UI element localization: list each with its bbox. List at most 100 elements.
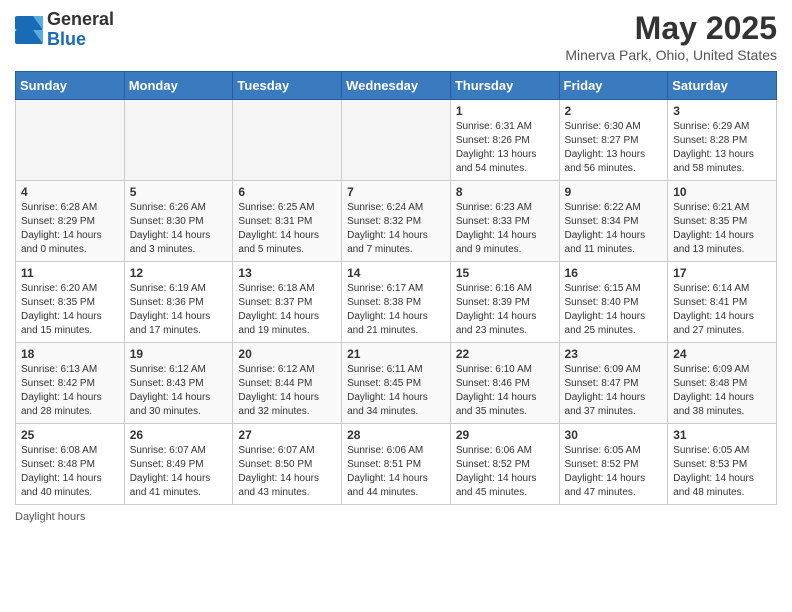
logo-text: General Blue [47,10,114,50]
day-info: Sunrise: 6:18 AMSunset: 8:37 PMDaylight:… [238,282,336,338]
day-number: 31 [673,428,771,442]
calendar-day-cell: 30 Sunrise: 6:05 AMSunset: 8:52 PMDayligh… [559,424,668,505]
day-info: Sunrise: 6:20 AMSunset: 8:35 PMDaylight:… [21,282,119,338]
day-info: Sunrise: 6:07 AMSunset: 8:50 PMDaylight:… [238,444,336,500]
day-number: 27 [238,428,336,442]
day-number: 14 [347,266,445,280]
calendar-day-cell [233,100,342,181]
day-number: 9 [565,185,663,199]
calendar-day-cell: 7 Sunrise: 6:24 AMSunset: 8:32 PMDaylight… [342,181,451,262]
calendar-day-header: Monday [124,72,233,100]
day-info: Sunrise: 6:08 AMSunset: 8:48 PMDaylight:… [21,444,119,500]
calendar-day-cell: 25 Sunrise: 6:08 AMSunset: 8:48 PMDayligh… [16,424,125,505]
day-number: 8 [456,185,554,199]
day-info: Sunrise: 6:22 AMSunset: 8:34 PMDaylight:… [565,201,663,257]
day-info: Sunrise: 6:05 AMSunset: 8:52 PMDaylight:… [565,444,663,500]
day-number: 22 [456,347,554,361]
calendar-day-header: Wednesday [342,72,451,100]
calendar-day-cell: 21Sunrise: 6:11 AMSunset: 8:45 PMDayligh… [342,343,451,424]
calendar-day-header: Thursday [450,72,559,100]
day-number: 11 [21,266,119,280]
day-info: Sunrise: 6:09 AMSunset: 8:48 PMDaylight:… [673,363,771,419]
calendar-day-cell: 4 Sunrise: 6:28 AMSunset: 8:29 PMDaylight… [16,181,125,262]
day-number: 18 [21,347,119,361]
day-info: Sunrise: 6:06 AMSunset: 8:51 PMDaylight:… [347,444,445,500]
calendar-day-cell: 2Sunrise: 6:30 AMSunset: 8:27 PMDaylight… [559,100,668,181]
day-number: 3 [673,104,771,118]
day-number: 17 [673,266,771,280]
calendar-day-header: Sunday [16,72,125,100]
logo: General Blue [15,10,114,50]
day-number: 2 [565,104,663,118]
day-number: 20 [238,347,336,361]
calendar-header-row: SundayMondayTuesdayWednesdayThursdayFrid… [16,72,777,100]
calendar-day-cell: 13 Sunrise: 6:18 AMSunset: 8:37 PMDayligh… [233,262,342,343]
day-info: Sunrise: 6:29 AMSunset: 8:28 PMDaylight:… [673,120,771,176]
calendar-day-cell [124,100,233,181]
calendar-day-cell: 27 Sunrise: 6:07 AMSunset: 8:50 PMDayligh… [233,424,342,505]
day-info: Sunrise: 6:16 AMSunset: 8:39 PMDaylight:… [456,282,554,338]
day-info: Sunrise: 6:23 AMSunset: 8:33 PMDaylight:… [456,201,554,257]
calendar-day-header: Friday [559,72,668,100]
day-info: Sunrise: 6:15 AMSunset: 8:40 PMDaylight:… [565,282,663,338]
calendar-day-cell [16,100,125,181]
day-info: Sunrise: 6:24 AMSunset: 8:32 PMDaylight:… [347,201,445,257]
calendar-day-cell: 28 Sunrise: 6:06 AMSunset: 8:51 PMDayligh… [342,424,451,505]
day-number: 25 [21,428,119,442]
page-header: General Blue May 2025 Minerva Park, Ohio… [15,10,777,63]
logo-icon [15,16,43,44]
calendar-day-cell: 18Sunrise: 6:13 AMSunset: 8:42 PMDayligh… [16,343,125,424]
calendar-day-cell: 8 Sunrise: 6:23 AMSunset: 8:33 PMDaylight… [450,181,559,262]
calendar-week-row: 1 Sunrise: 6:31 AMSunset: 8:26 PMDaylight… [16,100,777,181]
day-info: Sunrise: 6:12 AMSunset: 8:44 PMDaylight:… [238,363,336,419]
calendar-day-cell: 16 Sunrise: 6:15 AMSunset: 8:40 PMDayligh… [559,262,668,343]
calendar-day-cell: 22 Sunrise: 6:10 AMSunset: 8:46 PMDayligh… [450,343,559,424]
calendar-day-cell: 24Sunrise: 6:09 AMSunset: 8:48 PMDayligh… [668,343,777,424]
day-info: Sunrise: 6:28 AMSunset: 8:29 PMDaylight:… [21,201,119,257]
day-number: 30 [565,428,663,442]
calendar-day-cell: 29 Sunrise: 6:06 AMSunset: 8:52 PMDayligh… [450,424,559,505]
calendar-day-cell: 17 Sunrise: 6:14 AMSunset: 8:41 PMDayligh… [668,262,777,343]
day-info: Sunrise: 6:21 AMSunset: 8:35 PMDaylight:… [673,201,771,257]
calendar-day-header: Saturday [668,72,777,100]
day-info: Sunrise: 6:31 AMSunset: 8:26 PMDaylight:… [456,120,554,176]
logo-general: General [47,9,114,29]
day-info: Sunrise: 6:06 AMSunset: 8:52 PMDaylight:… [456,444,554,500]
calendar-day-cell: 23 Sunrise: 6:09 AMSunset: 8:47 PMDayligh… [559,343,668,424]
calendar-day-cell: 6Sunrise: 6:25 AMSunset: 8:31 PMDaylight… [233,181,342,262]
day-number: 21 [347,347,445,361]
day-number: 19 [130,347,228,361]
day-info: Sunrise: 6:10 AMSunset: 8:46 PMDaylight:… [456,363,554,419]
day-info: Sunrise: 6:14 AMSunset: 8:41 PMDaylight:… [673,282,771,338]
month-title: May 2025 [565,10,777,47]
day-number: 10 [673,185,771,199]
day-number: 1 [456,104,554,118]
day-number: 13 [238,266,336,280]
day-info: Sunrise: 6:25 AMSunset: 8:31 PMDaylight:… [238,201,336,257]
day-number: 29 [456,428,554,442]
day-info: Sunrise: 6:09 AMSunset: 8:47 PMDaylight:… [565,363,663,419]
calendar-week-row: 4 Sunrise: 6:28 AMSunset: 8:29 PMDaylight… [16,181,777,262]
calendar-day-cell: 14 Sunrise: 6:17 AMSunset: 8:38 PMDayligh… [342,262,451,343]
day-number: 28 [347,428,445,442]
day-number: 7 [347,185,445,199]
title-block: May 2025 Minerva Park, Ohio, United Stat… [565,10,777,63]
day-number: 16 [565,266,663,280]
calendar-day-cell: 12Sunrise: 6:19 AMSunset: 8:36 PMDayligh… [124,262,233,343]
day-number: 5 [130,185,228,199]
location: Minerva Park, Ohio, United States [565,47,777,63]
day-number: 12 [130,266,228,280]
calendar-day-cell: 1 Sunrise: 6:31 AMSunset: 8:26 PMDaylight… [450,100,559,181]
calendar-day-cell: 20 Sunrise: 6:12 AMSunset: 8:44 PMDayligh… [233,343,342,424]
calendar-day-header: Tuesday [233,72,342,100]
calendar-day-cell: 11 Sunrise: 6:20 AMSunset: 8:35 PMDayligh… [16,262,125,343]
calendar-day-cell: 31Sunrise: 6:05 AMSunset: 8:53 PMDayligh… [668,424,777,505]
day-number: 23 [565,347,663,361]
calendar-day-cell: 3 Sunrise: 6:29 AMSunset: 8:28 PMDaylight… [668,100,777,181]
day-info: Sunrise: 6:17 AMSunset: 8:38 PMDaylight:… [347,282,445,338]
calendar-table: SundayMondayTuesdayWednesdayThursdayFrid… [15,71,777,505]
calendar-day-cell: 5Sunrise: 6:26 AMSunset: 8:30 PMDaylight… [124,181,233,262]
day-number: 4 [21,185,119,199]
day-info: Sunrise: 6:12 AMSunset: 8:43 PMDaylight:… [130,363,228,419]
logo-blue: Blue [47,29,86,49]
